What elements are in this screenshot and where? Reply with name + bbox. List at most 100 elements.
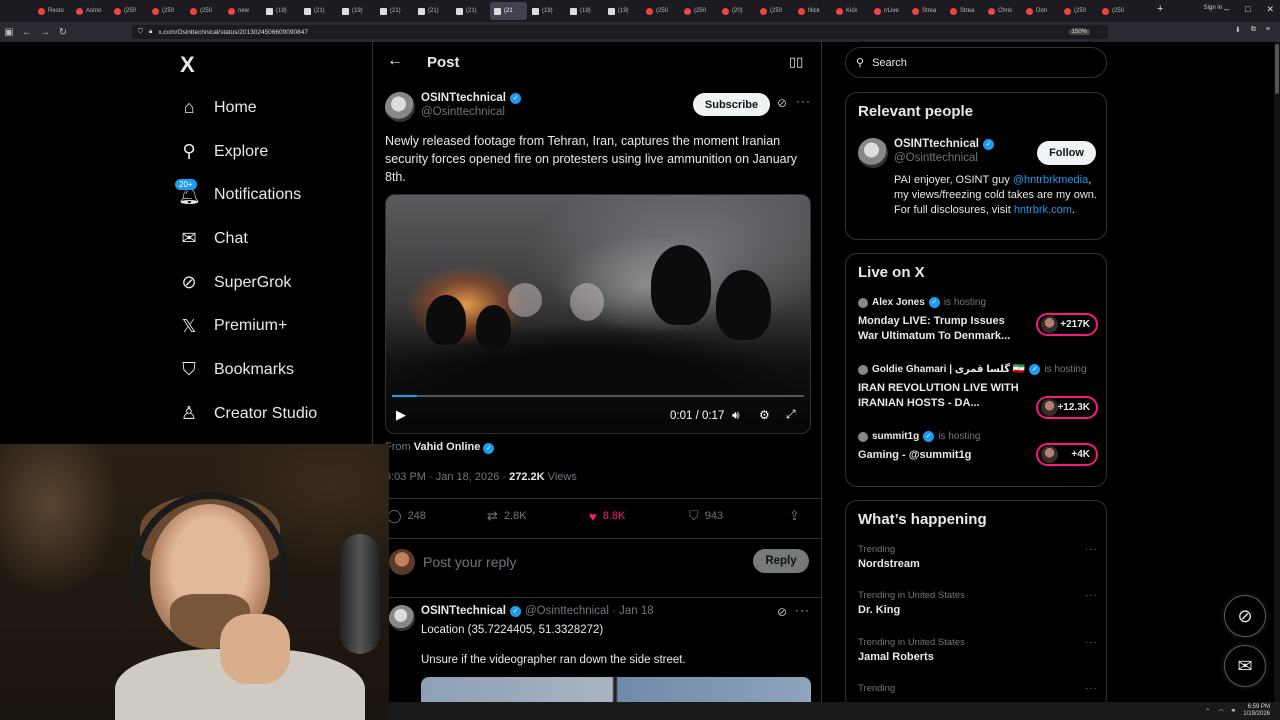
browser-tab[interactable]: (250 — [186, 2, 223, 20]
browser-tab[interactable]: (250 — [1060, 2, 1097, 20]
messages-fab-icon[interactable]: ✉ — [1224, 645, 1266, 687]
bookmark-action[interactable]: ⛉ 943 — [689, 508, 789, 524]
bio-mention-link[interactable]: @hntrbrkmedia — [1013, 174, 1088, 186]
fullscreen-icon[interactable]: ⤢ — [786, 407, 796, 422]
live-listener-pill[interactable]: +4K — [1036, 443, 1098, 466]
browser-tab[interactable]: (19) — [262, 2, 299, 20]
live-host-name[interactable]: Goldie Ghamari | گلسا قمری 🇮🇷 — [872, 364, 1025, 375]
scrollbar[interactable] — [1274, 42, 1280, 702]
reload-icon[interactable]: ↻ — [54, 27, 72, 38]
person-info[interactable]: OSINTtechnical ✓ @Osinttechnical — [894, 138, 994, 164]
browser-tab[interactable]: Asmo — [72, 2, 109, 20]
avatar[interactable] — [858, 138, 888, 168]
browser-tab[interactable]: Chris — [984, 2, 1021, 20]
author-name[interactable]: OSINTtechnical — [421, 92, 506, 104]
reply-input[interactable]: Post your reply — [423, 554, 516, 570]
browser-tab[interactable]: Nick — [794, 2, 831, 20]
browser-tab[interactable]: (250 — [1098, 2, 1135, 20]
author-handle[interactable]: @Osinttechnical — [421, 106, 521, 118]
more-options-icon[interactable]: ··· — [1085, 590, 1098, 601]
browser-tab[interactable]: (19) — [528, 2, 565, 20]
browser-tab[interactable]: (19) — [604, 2, 641, 20]
x-logo[interactable]: X — [180, 52, 195, 78]
browser-tab[interactable]: Don — [1022, 2, 1059, 20]
volume-icon[interactable]: 🔊︎ — [732, 408, 740, 423]
nav-item-premium[interactable]: 𝕏 Premium+ — [178, 304, 368, 348]
browser-tab[interactable]: Strea — [908, 2, 945, 20]
video-player[interactable]: ▶ 0:01 / 0:17 🔊︎ ⚙ ⤢ — [385, 194, 811, 434]
sidebar-toggle-icon[interactable]: ▣ — [0, 27, 18, 38]
play-icon[interactable]: ▶ — [396, 407, 406, 423]
nav-item-supergrok[interactable]: ⊘ SuperGrok — [178, 261, 368, 305]
person-handle[interactable]: @Osinttechnical — [894, 152, 994, 164]
reply-action[interactable]: ◯ 248 — [387, 508, 487, 524]
extensions-icon[interactable]: ⧉ — [1251, 26, 1256, 34]
minimize-icon[interactable]: – — [1224, 4, 1229, 15]
browser-tab[interactable]: Kick — [832, 2, 869, 20]
nav-item-bookmarks[interactable]: ⛉ Bookmarks — [178, 348, 368, 392]
live-title[interactable]: IRAN REVOLUTION LIVE WITH IRANIAN HOSTS … — [858, 381, 1023, 411]
reply-author-name[interactable]: OSINTtechnical — [421, 605, 506, 617]
browser-tab[interactable]: (250 — [756, 2, 793, 20]
live-host-name[interactable]: summit1g — [872, 431, 919, 442]
tray-chevron-icon[interactable]: ⌃ — [1205, 708, 1210, 715]
browser-tab[interactable]: (250 — [110, 2, 147, 20]
more-options-icon[interactable]: ··· — [1085, 683, 1098, 694]
forward-icon[interactable]: → — [36, 27, 54, 38]
more-options-icon[interactable]: ··· — [1085, 637, 1098, 648]
settings-gear-icon[interactable]: ⚙ — [759, 408, 770, 422]
trend-item[interactable]: Trending in United States Dr. King ··· — [858, 590, 1098, 616]
video-progress-bar[interactable] — [392, 395, 804, 397]
browser-tab[interactable]: (250 — [680, 2, 717, 20]
more-options-icon[interactable]: ··· — [795, 603, 810, 617]
share-action[interactable]: ⇪ — [789, 508, 800, 524]
source-account[interactable]: Vahid Online — [414, 441, 481, 453]
speaker-icon[interactable]: 🔊︎ — [1232, 708, 1236, 715]
browser-tab[interactable]: (19) — [566, 2, 603, 20]
reply-button[interactable]: Reply — [753, 549, 809, 573]
live-item[interactable]: Alex Jones ✓ is hosting Monday LIVE: Trump … — [858, 297, 1098, 344]
browser-tab[interactable]: (21 — [490, 2, 527, 20]
live-title[interactable]: Gaming - @summit1g — [858, 448, 1023, 463]
network-icon[interactable]: ◠ — [1218, 708, 1223, 715]
bio-website-link[interactable]: hntrbrk.com — [1014, 204, 1072, 216]
person-name[interactable]: OSINTtechnical — [894, 138, 979, 150]
live-item[interactable]: Goldie Ghamari | گلسا قمری 🇮🇷 ✓ is hosting… — [858, 364, 1098, 419]
trend-item[interactable]: Trending ··· — [858, 683, 1098, 697]
live-listener-pill[interactable]: +12.3K — [1036, 396, 1098, 419]
close-window-icon[interactable]: ✕ — [1266, 4, 1274, 15]
like-action[interactable]: ♥ 8.8K — [589, 509, 689, 524]
trend-item[interactable]: Trending Nordstream ··· — [858, 544, 1098, 570]
post-timestamp[interactable]: 6:03 PM · Jan 18, 2026 · — [385, 471, 509, 483]
avatar[interactable] — [385, 92, 415, 122]
browser-tab[interactable]: (19) — [338, 2, 375, 20]
browser-tab[interactable]: (250 — [148, 2, 185, 20]
address-bar[interactable]: ⛉ 🔒︎ x.com/Osinttechnical/status/2013024… — [132, 25, 1108, 39]
grok-icon[interactable]: ⊘ — [777, 605, 787, 619]
repost-action[interactable]: ⇄ 2.8K — [487, 508, 589, 524]
menu-icon[interactable]: ≡ — [1266, 26, 1270, 34]
scrollbar-thumb[interactable] — [1275, 44, 1279, 94]
trend-item[interactable]: Trending in United States Jamal Roberts ··… — [858, 637, 1098, 663]
browser-tab[interactable]: (21) — [414, 2, 451, 20]
browser-tab[interactable]: (250 — [642, 2, 679, 20]
author-name-row[interactable]: OSINTtechnical ✓ — [421, 92, 521, 104]
more-options-icon[interactable]: ··· — [796, 94, 811, 108]
browser-tab[interactable]: (21) — [376, 2, 413, 20]
nav-item-home[interactable]: ⌂ Home — [178, 86, 368, 130]
avatar[interactable] — [389, 605, 415, 631]
zoom-level[interactable]: 150% — [1068, 29, 1090, 35]
taskbar-clock[interactable]: 6:59 PM 1/19/2026 — [1243, 704, 1270, 718]
live-host-name[interactable]: Alex Jones — [872, 297, 925, 308]
follow-button[interactable]: Follow — [1037, 141, 1096, 165]
more-options-icon[interactable]: ··· — [1085, 544, 1098, 555]
browser-tab[interactable]: Strea — [946, 2, 983, 20]
browser-tab[interactable]: Resto — [34, 2, 71, 20]
live-listener-pill[interactable]: +217K — [1036, 313, 1098, 336]
browser-tab[interactable]: (21) — [452, 2, 489, 20]
avatar[interactable] — [389, 549, 415, 575]
nav-item-notifications[interactable]: 🔔︎ 20+ Notifications — [175, 173, 368, 217]
new-tab-button[interactable]: + — [1157, 3, 1163, 15]
nav-item-creator-studio[interactable]: ♙ Creator Studio — [178, 392, 368, 436]
nav-item-explore[interactable]: ⚲ Explore — [178, 130, 368, 174]
